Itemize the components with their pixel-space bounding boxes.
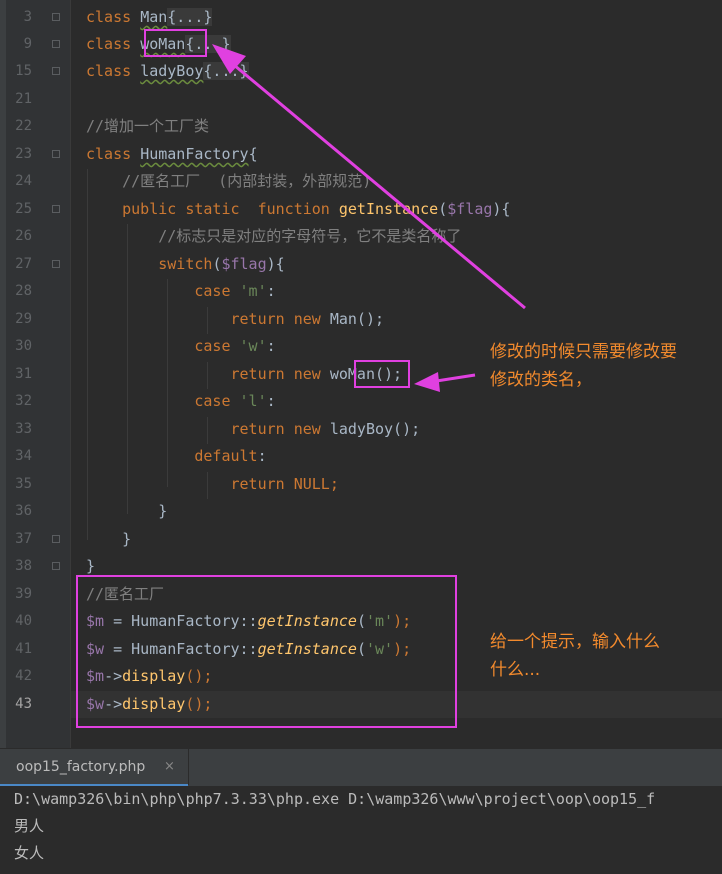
arrowhead-icon xyxy=(414,372,440,392)
console-output-line: 女人 xyxy=(14,844,45,862)
run-console-output[interactable]: D:\wamp326\bin\php\php7.3.33\php.exe D:\… xyxy=(0,786,722,874)
code-editor[interactable]: 3 9 15 21 22 23 24 25 26 27 28 29 30 31 … xyxy=(0,0,722,748)
run-tab[interactable]: oop15_factory.php × xyxy=(0,749,189,787)
annotation-note-hint: 给一个提示，输入什么 什么... xyxy=(490,628,660,684)
arrow-line-to-class xyxy=(227,58,526,310)
note-line: 给一个提示，输入什么 xyxy=(490,632,660,652)
console-output-line: 男人 xyxy=(14,817,45,835)
note-line: 什么... xyxy=(490,660,541,680)
close-icon[interactable]: × xyxy=(164,759,175,774)
run-tab-label: oop15_factory.php xyxy=(16,759,146,775)
note-line: 修改的类名， xyxy=(490,370,592,390)
console-command-line: D:\wamp326\bin\php\php7.3.33\php.exe D:\… xyxy=(14,790,656,808)
note-line: 修改的时候只需要修改要 xyxy=(490,342,677,362)
annotation-note-modify: 修改的时候只需要修改要 修改的类名， xyxy=(490,338,677,394)
run-tool-window-tabs: oop15_factory.php × xyxy=(0,748,722,787)
